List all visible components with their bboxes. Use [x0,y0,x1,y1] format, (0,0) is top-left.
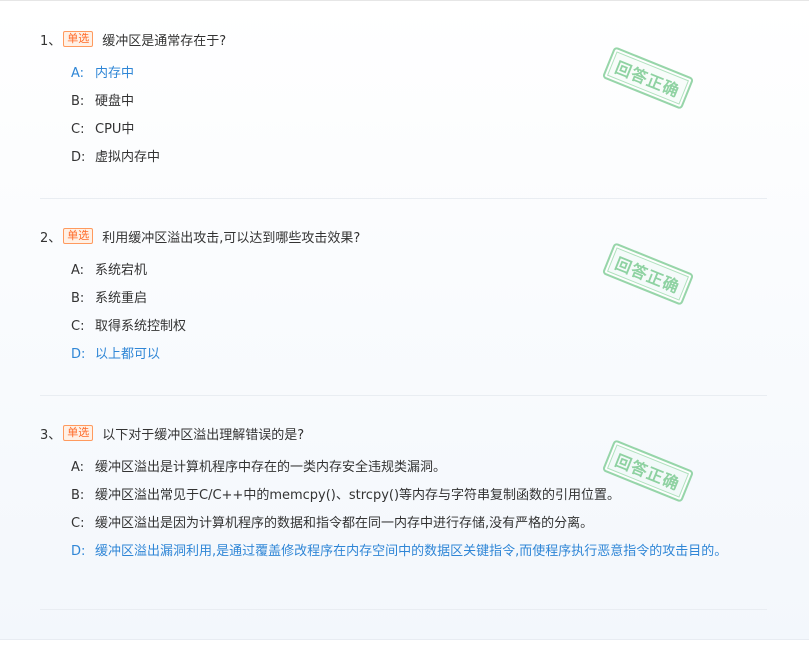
option-letter: B: [71,488,85,503]
question-text: 以下对于缓冲区溢出理解错误的是? [102,427,305,443]
question-number: 2、 [40,230,62,246]
option-text: 虚拟内存中 [95,150,161,165]
question-text: 利用缓冲区溢出攻击,可以达到哪些攻击效果? [102,230,361,246]
option-letter: D: [71,150,86,165]
question-2: 2、 单选 利用缓冲区溢出攻击,可以达到哪些攻击效果? A: 系统宕机 B: 系… [40,199,767,396]
question-3: 3、 单选 以下对于缓冲区溢出理解错误的是? A: 缓冲区溢出是计算机程序中存在… [40,396,767,610]
single-choice-badge: 单选 [63,31,94,47]
option-d: D: 缓冲区溢出漏洞利用,是通过覆盖修改程序在内存空间中的数据区关键指令,而使程… [71,543,761,561]
question-number: 3、 [40,427,62,443]
option-letter: C: [71,516,85,531]
option-letter: B: [71,291,85,306]
option-text: 缓冲区溢出漏洞利用,是通过覆盖修改程序在内存空间中的数据区关键指令,而使程序执行… [95,544,728,559]
question-1: 1、 单选 缓冲区是通常存在于? A: 内存中 B: 硬盘中 C: CPU中 D… [40,1,767,199]
option-letter: D: [71,544,86,559]
option-c: C: CPU中 [71,121,761,139]
option-letter: A: [71,263,85,278]
question-header: 3、 单选 以下对于缓冲区溢出理解错误的是? [40,424,305,443]
option-text: CPU中 [95,122,135,137]
question-header: 1、 单选 缓冲区是通常存在于? [40,30,227,49]
question-text: 缓冲区是通常存在于? [102,33,227,49]
single-choice-badge: 单选 [63,228,94,244]
option-c: C: 缓冲区溢出是因为计算机程序的数据和指令都在同一内存中进行存储,没有严格的分… [71,515,761,533]
quiz-results: 1、 单选 缓冲区是通常存在于? A: 内存中 B: 硬盘中 C: CPU中 D… [0,0,809,640]
question-number: 1、 [40,33,62,49]
question-header: 2、 单选 利用缓冲区溢出攻击,可以达到哪些攻击效果? [40,227,361,246]
option-c: C: 取得系统控制权 [71,318,761,336]
option-d: D: 虚拟内存中 [71,149,761,167]
option-d: D: 以上都可以 [71,346,761,364]
option-letter: B: [71,94,85,109]
option-text: 取得系统控制权 [95,319,187,334]
option-letter: C: [71,319,85,334]
single-choice-badge: 单选 [63,425,94,441]
option-letter: A: [71,66,85,81]
option-text: 缓冲区溢出是因为计算机程序的数据和指令都在同一内存中进行存储,没有严格的分离。 [95,516,594,531]
option-letter: C: [71,122,85,137]
option-letter: D: [71,347,86,362]
option-text: 以上都可以 [95,347,161,362]
option-letter: A: [71,460,85,475]
